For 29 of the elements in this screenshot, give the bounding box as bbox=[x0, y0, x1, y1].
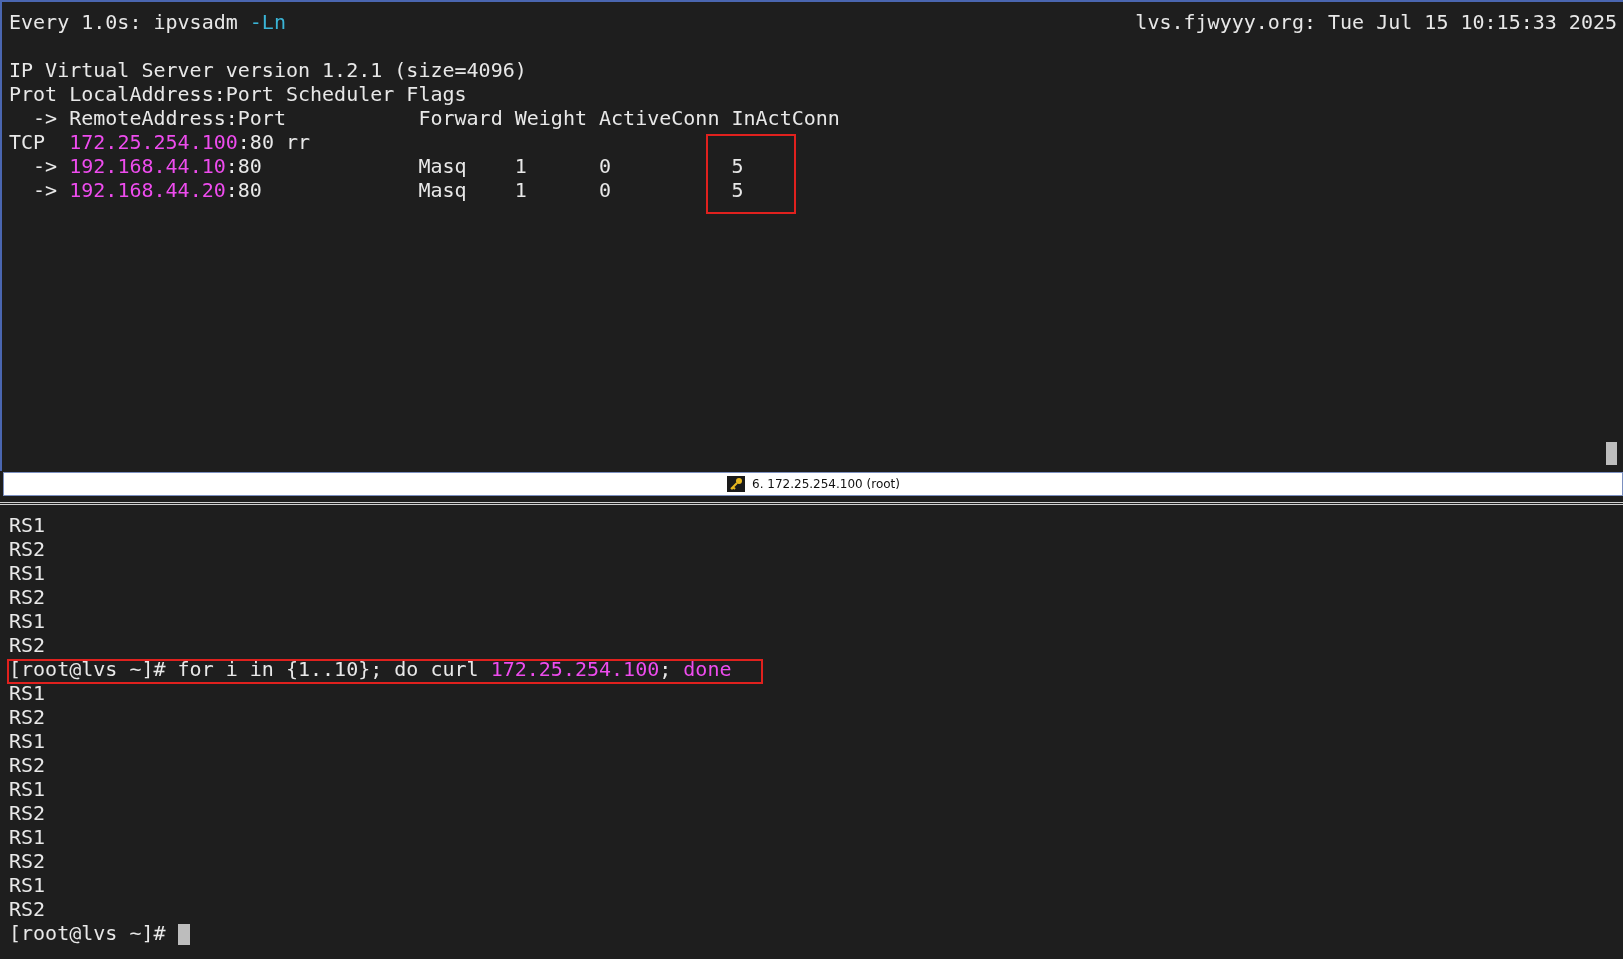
terminal-line: RS1 bbox=[9, 681, 47, 705]
terminal-line: [root@lvs ~]# bbox=[9, 921, 1623, 945]
terminal-line: RS2 bbox=[9, 633, 47, 657]
terminal-line: RS1 bbox=[9, 729, 47, 753]
key-icon bbox=[726, 476, 747, 492]
terminal-line: RS1 bbox=[9, 561, 47, 585]
terminal-line: RS1 bbox=[9, 825, 47, 849]
terminal-line: TCP 172.25.254.100:80 rr bbox=[9, 130, 312, 154]
scrollbar-thumb[interactable] bbox=[1606, 442, 1617, 465]
session-title[interactable]: 6. 172.25.254.100 (root) bbox=[752, 477, 900, 491]
terminal-line: IP Virtual Server version 1.2.1 (size=4096) bbox=[9, 58, 528, 82]
terminal-line: RS1 bbox=[9, 777, 47, 801]
command-line: Every 1.0s: ipvsadm -Ln bbox=[9, 10, 286, 34]
terminal-line: RS2 bbox=[9, 705, 47, 729]
terminal-line: -> 192.168.44.20:80 Masq 1 0 5 bbox=[32, 178, 745, 202]
terminal-line: -> RemoteAddress:Port Forward Weight ActiveConn InActConn bbox=[32, 106, 841, 130]
host-clock-text: lvs.fjwyyy.org: Tue Jul 15 10:15:33 2025 bbox=[1135, 10, 1617, 34]
terminal-line: RS1 bbox=[9, 513, 47, 537]
terminal-line: RS2 bbox=[9, 753, 47, 777]
terminal-line: RS1 bbox=[9, 873, 47, 897]
terminal-line: RS1 bbox=[9, 609, 47, 633]
terminal-line: Prot LocalAddress:Port Scheduler Flags bbox=[9, 82, 468, 106]
terminal-line: RS2 bbox=[9, 537, 47, 561]
terminal-line: RS2 bbox=[9, 849, 47, 873]
terminal-line: RS2 bbox=[9, 585, 47, 609]
terminal-line: RS2 bbox=[9, 897, 47, 921]
terminal-line: [root@lvs ~]# for i in {1..10}; do curl 172.25.254.100; done bbox=[9, 657, 733, 681]
terminal-line: -> 192.168.44.10:80 Masq 1 0 5 bbox=[32, 154, 745, 178]
terminal-line: RS2 bbox=[9, 801, 47, 825]
